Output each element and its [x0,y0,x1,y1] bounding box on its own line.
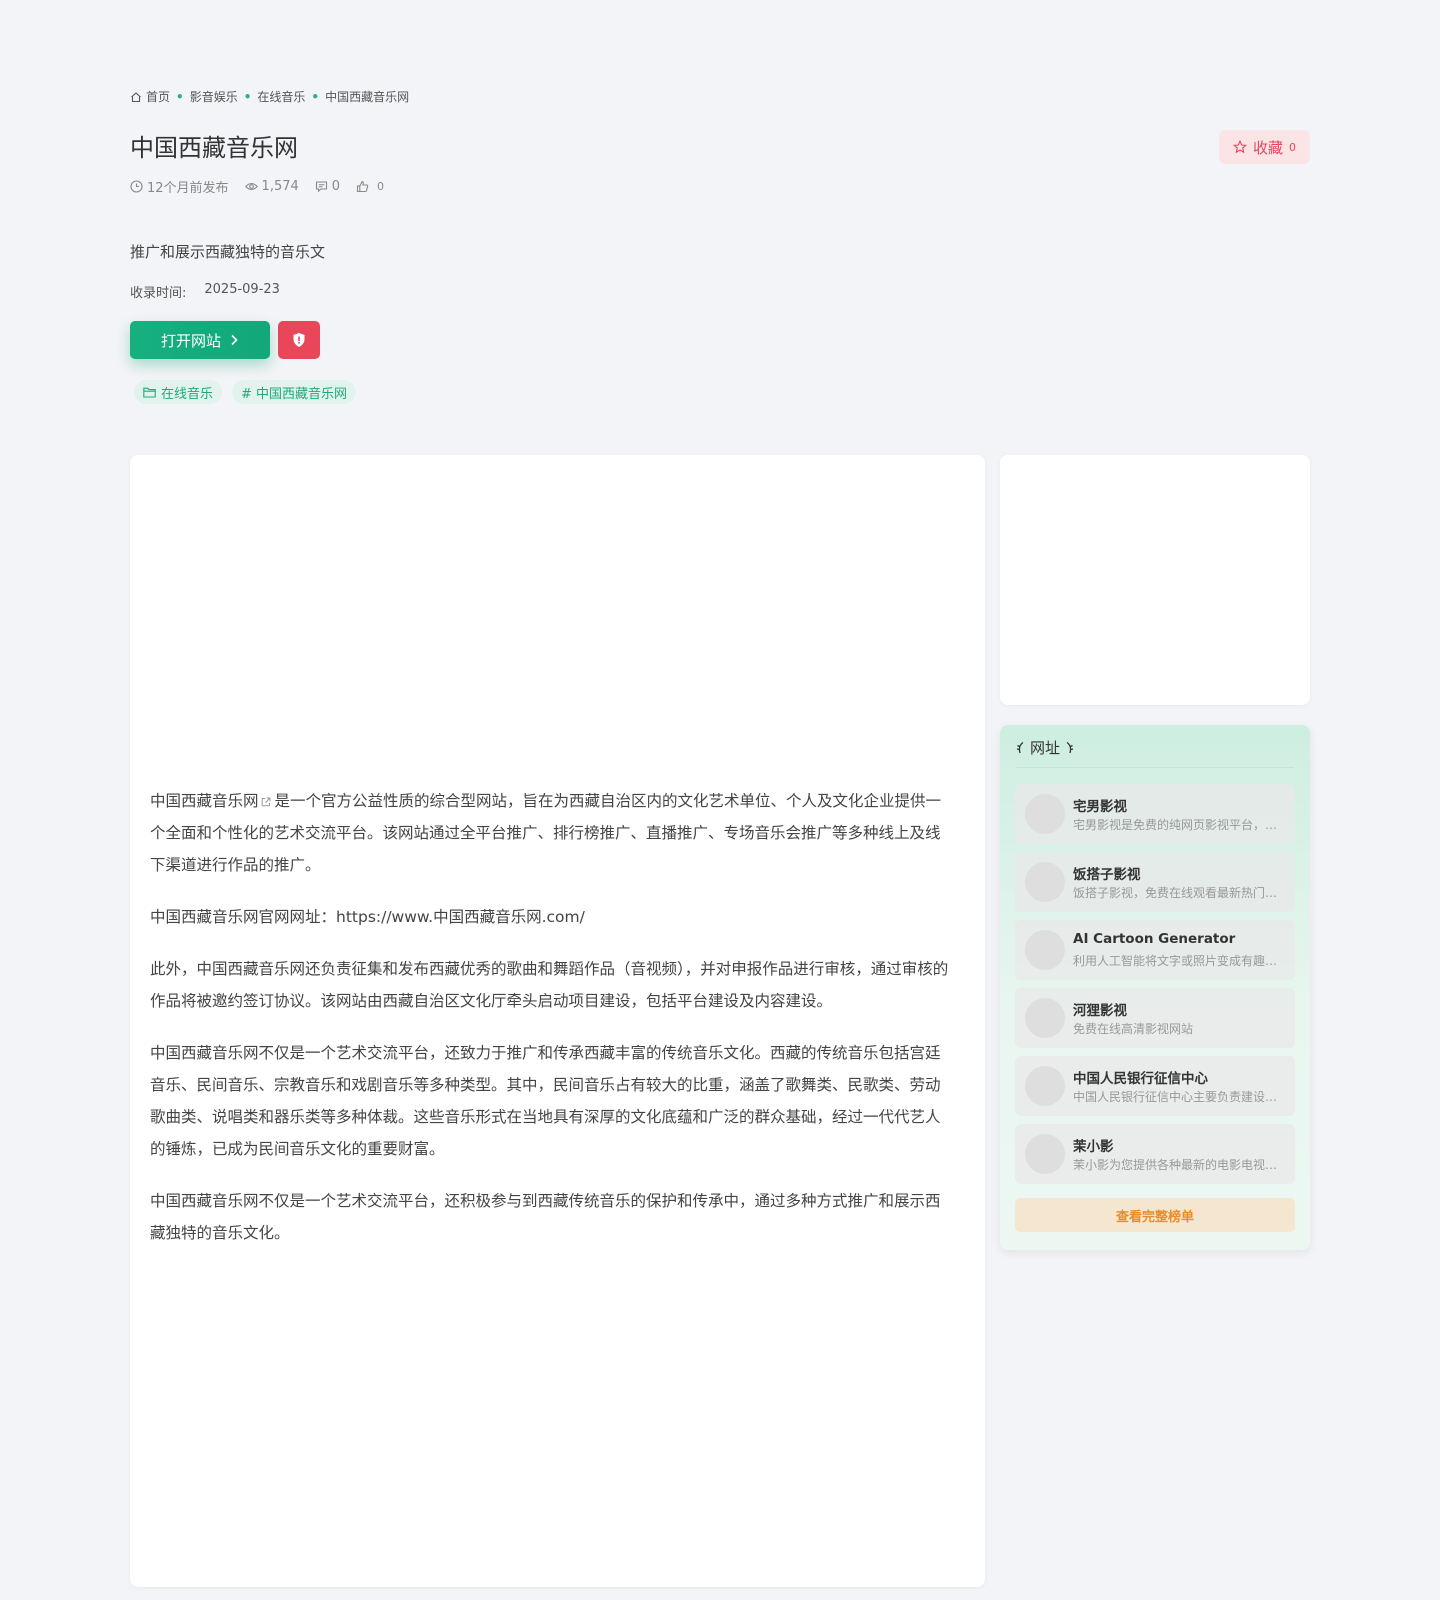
ranking-item-desc: 免费在线高清影视网站 [1073,1022,1194,1036]
site-avatar [1025,862,1065,902]
comment-count: 0 [315,179,340,194]
record-date: 2025-09-23 [204,282,280,297]
site-avatar [1025,1066,1065,1106]
ranking-item-desc: 茉小影为您提供各种最新的电影电视剧在线观看 [1073,1158,1283,1172]
like-count[interactable]: 0 [356,180,384,193]
star-icon [1232,140,1247,154]
comment-icon [315,181,327,193]
site-avatar [1025,1134,1065,1174]
ranking-item-desc: 中国人民银行征信中心主要负责建设、运行和维护全国统一的征信系统 [1073,1090,1283,1104]
folder-icon [143,387,156,398]
ranking-item-name: AI Cartoon Generator [1073,931,1236,947]
sidebar-ad-slot [1000,455,1310,705]
favorite-label: 收藏 [1252,138,1283,157]
record-info: 收录时间: 2025-09-23 [130,282,280,301]
tag-list: 在线音乐 # 中国西藏音乐网 [134,380,357,404]
ranking-header: 网址 [1016,737,1074,758]
article-paragraph: 中国西藏音乐网不仅是一个艺术交流平台，还致力于推广和传承西藏丰富的传统音乐文化。… [150,1044,941,1158]
ranking-item-name: 中国人民银行征信中心 [1073,1071,1208,1087]
view-count-text: 1,574 [261,179,299,194]
view-full-ranking-button[interactable]: 查看完整榜单 [1015,1198,1295,1232]
ranking-title: 网址 [1030,739,1061,757]
record-label: 收录时间: [130,286,187,301]
ranking-item-name: 宅男影视 [1073,799,1127,815]
shield-alert-icon [293,333,305,347]
keyword-tag[interactable]: # 中国西藏音乐网 [232,380,357,404]
ranking-item[interactable]: 中国人民银行征信中心 中国人民银行征信中心主要负责建设、运行和维护全国统一的征信… [1015,1056,1295,1116]
site-avatar [1025,930,1065,970]
breadcrumb-current: 中国西藏音乐网 [325,90,410,104]
publish-time: 12个月前发布 [130,177,229,196]
ranking-item[interactable]: 河狸影视 免费在线高清影视网站 [1015,988,1295,1048]
site-description: 推广和展示西藏独特的音乐文 [130,243,326,261]
article-paragraph: 中国西藏音乐网官网网址：https://www.中国西藏音乐网.com/ [150,908,585,926]
page-title: 中国西藏音乐网 [130,134,298,162]
article-body: 中国西藏音乐网 是一个官方公益性质的综合型网站，旨在为西藏自治区内的文化艺术单位、… [150,785,955,1269]
publish-time-text: 12个月前发布 [147,181,229,196]
open-website-button[interactable]: 打开网站 [130,321,270,359]
article-paragraph: 中国西藏音乐网 是一个官方公益性质的综合型网站，旨在为西藏自治区内的文化艺术单位、… [150,785,955,881]
breadcrumb-home[interactable]: 首页 [146,88,170,105]
site-avatar [1025,998,1065,1038]
favorite-button[interactable]: 收藏 0 [1218,130,1310,164]
article-paragraph: 中国西藏音乐网不仅是一个艺术交流平台，还积极参与到西藏传统音乐的保护和传承中，通… [150,1192,941,1242]
article-paragraph: 此外，中国西藏音乐网还负责征集和发布西藏优秀的歌曲和舞蹈作品（音视频），并对申报… [150,960,949,1010]
ranking-item[interactable]: 饭搭子影视 饭搭子影视，免费在线观看最新热门影视剧集 [1015,852,1295,912]
thumbs-up-icon [356,180,369,193]
meta-bar: 12个月前发布 1,574 0 0 [130,177,384,196]
breadcrumb-separator: • [243,89,252,104]
external-link-icon [261,797,271,806]
breadcrumb-separator: • [176,89,184,104]
ranking-item[interactable]: 茉小影 茉小影为您提供各种最新的电影电视剧在线观看 [1015,1124,1295,1184]
ranking-item-desc: 宅男影视是免费的纯网页影视平台，提供海量影视资源在线观看 [1073,818,1283,832]
comment-count-text: 0 [331,179,341,194]
ranking-item[interactable]: AI Cartoon Generator 利用人工智能将文字或照片变成有趣的卡通… [1015,920,1295,980]
chevron-right-icon [231,334,238,346]
ranking-item-desc: 利用人工智能将文字或照片变成有趣的卡通图片 [1073,954,1283,968]
view-count: 1,574 [244,179,299,194]
site-link[interactable]: 中国西藏音乐网 [150,792,259,810]
ranking-divider [1016,767,1294,768]
site-avatar [1025,794,1065,834]
report-button[interactable] [278,321,320,359]
keyword-tag-label: # 中国西藏音乐网 [241,386,348,402]
category-tag[interactable]: 在线音乐 [134,380,223,404]
breadcrumb: 首页 • 影音娱乐 • 在线音乐 • 中国西藏音乐网 [130,88,409,105]
ranking-item[interactable]: 宅男影视 宅男影视是免费的纯网页影视平台，提供海量影视资源在线观看 [1015,784,1295,844]
breadcrumb-separator: • [311,89,320,104]
favorite-count: 0 [1289,140,1296,154]
eye-icon [244,182,258,191]
breadcrumb-subcategory[interactable]: 在线音乐 [257,88,305,105]
ranking-item-name: 茉小影 [1073,1139,1114,1155]
laurel-right-icon [1066,741,1074,753]
article-card: 中国西藏音乐网 是一个官方公益性质的综合型网站，旨在为西藏自治区内的文化艺术单位、… [130,455,985,1587]
category-tag-label: 在线音乐 [161,386,214,402]
laurel-left-icon [1016,741,1024,753]
open-website-label: 打开网站 [160,331,221,350]
home-icon [131,91,141,102]
ranking-item-name: 饭搭子影视 [1073,867,1141,883]
clock-icon [130,180,143,193]
breadcrumb-category[interactable]: 影音娱乐 [190,88,238,105]
like-count-text: 0 [377,180,385,193]
ranking-item-name: 河狸影视 [1073,1003,1127,1019]
sidebar-site-ranking: 网址 宅男影视 宅男影视是免费的纯网页影视平台，提供海量影视资源在线观看 饭搭子… [1000,725,1310,1250]
ranking-item-desc: 饭搭子影视，免费在线观看最新热门影视剧集 [1073,886,1283,900]
